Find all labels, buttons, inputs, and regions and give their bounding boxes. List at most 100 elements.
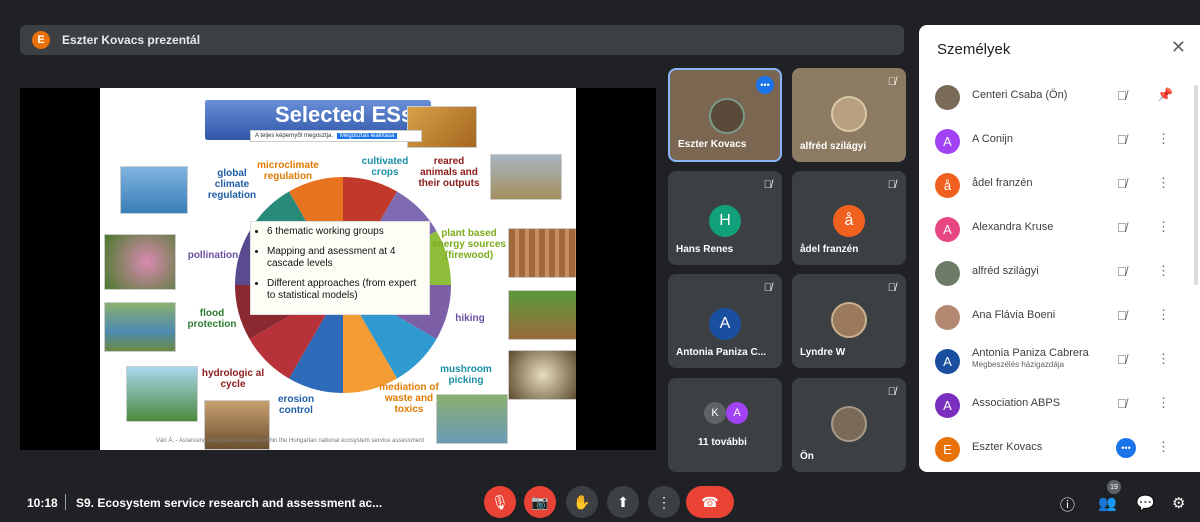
more-vert-icon[interactable]: ⋮	[1157, 263, 1170, 279]
bullet-item: 6 thematic working groups	[267, 226, 423, 238]
mic-off-icon: 🎙̸	[763, 282, 772, 294]
list-item[interactable]: Centeri Csaba (Ön) 🎙̸ 📌	[919, 75, 1200, 119]
chat-icon[interactable]: 💬	[1136, 494, 1155, 512]
people-icon[interactable]: 👥	[1098, 494, 1117, 512]
activities-icon[interactable]: ⚙	[1172, 494, 1185, 512]
close-icon[interactable]: ✕	[1171, 37, 1186, 58]
screen-share-bar: A teljes képernyőt megosztja. Megosztás …	[250, 130, 422, 142]
label-mediation: mediation of waste and toxics	[379, 382, 439, 415]
watercycle-photo	[126, 366, 198, 422]
avatar: A	[726, 402, 748, 424]
tile-self[interactable]: 🎙̸ Ön	[792, 378, 906, 472]
slide-footer: Vári Á. - Assessing ecosystem services w…	[156, 438, 425, 444]
label-cultivated: cultivated crops	[361, 156, 409, 178]
list-item[interactable]: alfréd szilágyi 🎙̸ ⋮	[919, 251, 1200, 295]
panel-title: Személyek	[937, 41, 1011, 58]
tile-name: Ön	[800, 451, 814, 462]
globe-photo	[120, 166, 188, 214]
hiking-photo	[508, 290, 576, 340]
label-hiking: hiking	[455, 313, 485, 324]
more-vert-icon[interactable]: ⋮	[1157, 439, 1170, 455]
wetland-photo	[436, 394, 508, 444]
tile-hans-renes[interactable]: 🎙̸ H Hans Renes	[668, 171, 782, 265]
more-options-icon[interactable]: •••	[756, 76, 774, 94]
people-count-badge: 19	[1107, 480, 1121, 494]
slide-title: Selected ESs	[275, 102, 414, 127]
bullet-item: Different approaches (from expert to sta…	[267, 278, 423, 302]
list-item[interactable]: å ådel franzén 🎙̸ ⋮	[919, 163, 1200, 207]
list-item[interactable]: Ana Flávia Boeni 🎙̸ ⋮	[919, 295, 1200, 339]
bottom-bar: 10:18 S9. Ecosystem service research and…	[0, 478, 1200, 522]
avatar: å	[935, 173, 960, 198]
tile-antonia-paniza[interactable]: 🎙̸ A Antonia Paniza C...	[668, 274, 782, 368]
pin-icon[interactable]: 📌	[1157, 87, 1173, 103]
mic-off-icon: 🎙̸	[1117, 352, 1127, 367]
river-photo	[104, 302, 176, 352]
scrollbar[interactable]	[1194, 85, 1198, 285]
alfred-video	[831, 96, 867, 132]
bullet-item: Mapping and asessment at 4 cascade level…	[267, 246, 423, 270]
avatar: A	[935, 129, 960, 154]
avatar: A	[935, 217, 960, 242]
self-avatar	[831, 406, 867, 442]
presentation-slide: Selected ESs A teljes képernyőt megosztj…	[100, 88, 576, 450]
more-vert-icon[interactable]: ⋮	[1157, 351, 1170, 367]
mic-off-icon: 🎙̸	[887, 76, 896, 88]
avatar: å	[833, 205, 865, 237]
present-button[interactable]: ⬆	[607, 486, 639, 518]
tile-more-participants[interactable]: K A 11 további	[668, 378, 782, 472]
avatar	[935, 261, 960, 286]
more-vert-icon[interactable]: ⋮	[1157, 175, 1170, 191]
clock: 10:18	[27, 496, 58, 510]
more-vert-icon[interactable]: ⋮	[1157, 307, 1170, 323]
tile-name: Lyndre W	[800, 347, 846, 358]
stop-sharing-button[interactable]: Megosztás leállítása	[337, 133, 398, 139]
tile-alfred-szilagyi[interactable]: 🎙̸ alfréd szilágyi	[792, 68, 906, 162]
presenter-text: Eszter Kovacs prezentál	[62, 33, 201, 47]
mic-off-icon: 🎙̸	[1117, 264, 1127, 279]
more-options-button[interactable]: ⋮	[648, 486, 680, 518]
more-vert-icon[interactable]: ⋮	[1157, 219, 1170, 235]
leave-call-button[interactable]: ☎	[686, 486, 734, 518]
avatar	[935, 305, 960, 330]
tile-adel-franzen[interactable]: 🎙̸ å ådel franzén	[792, 171, 906, 265]
list-item[interactable]: A Alexandra Kruse 🎙̸ ⋮	[919, 207, 1200, 251]
list-item[interactable]: E Eszter Kovacs ••• ⋮	[919, 427, 1200, 471]
avatar: A	[709, 308, 741, 340]
mic-off-icon: 🎙̸	[1117, 176, 1127, 191]
participant-name: ådel franzén	[972, 177, 1033, 189]
mic-off-icon: 🎙̸	[1117, 220, 1127, 235]
avatar: H	[709, 205, 741, 237]
mic-toggle-button[interactable]: 🎙	[484, 486, 516, 518]
tile-name: Eszter Kovacs	[678, 139, 747, 150]
mic-off-icon: 🎙̸	[1117, 396, 1127, 411]
list-item[interactable]: A A Conijn 🎙̸ ⋮	[919, 119, 1200, 163]
avatar: E	[935, 437, 960, 462]
divider	[65, 494, 66, 510]
people-list: Centeri Csaba (Ön) 🎙̸ 📌 A A Conijn 🎙̸ ⋮ …	[919, 75, 1200, 471]
participant-name: Ana Flávia Boeni	[972, 309, 1056, 321]
firewood-photo	[508, 228, 576, 278]
label-erosion: erosion control	[277, 394, 315, 416]
more-vert-icon[interactable]: ⋮	[1157, 131, 1170, 147]
tile-lyndre-w[interactable]: 🎙̸ Lyndre W	[792, 274, 906, 368]
mic-off-icon: 🎙̸	[887, 386, 896, 398]
list-item[interactable]: A Association ABPS 🎙̸ ⋮	[919, 383, 1200, 427]
cattle-photo	[490, 154, 562, 200]
speaking-indicator-icon: •••	[1116, 438, 1136, 458]
raise-hand-button[interactable]: ✋	[566, 486, 598, 518]
participant-name: Eszter Kovacs	[972, 441, 1043, 453]
info-icon[interactable]: ⓘ	[1060, 494, 1075, 515]
more-vert-icon[interactable]: ⋮	[1157, 395, 1170, 411]
mic-off-icon: 🎙̸	[1117, 308, 1127, 323]
participant-name: Antonia Paniza Cabrera	[972, 347, 1089, 359]
mushroom-photo	[508, 350, 576, 400]
mic-off-icon: 🎙̸	[887, 282, 896, 294]
label-mushroom: mushroom picking	[440, 364, 492, 386]
presenter-avatar: E	[32, 31, 50, 49]
people-panel: Személyek ✕ Centeri Csaba (Ön) 🎙̸ 📌 A A …	[919, 25, 1200, 472]
tile-eszter-kovacs[interactable]: ••• Eszter Kovacs	[668, 68, 782, 162]
mic-off-icon: 🎙̸	[1117, 132, 1127, 147]
list-item[interactable]: A Antonia Paniza Cabrera Megbeszélés ház…	[919, 339, 1200, 383]
camera-toggle-button[interactable]: 📷	[524, 486, 556, 518]
